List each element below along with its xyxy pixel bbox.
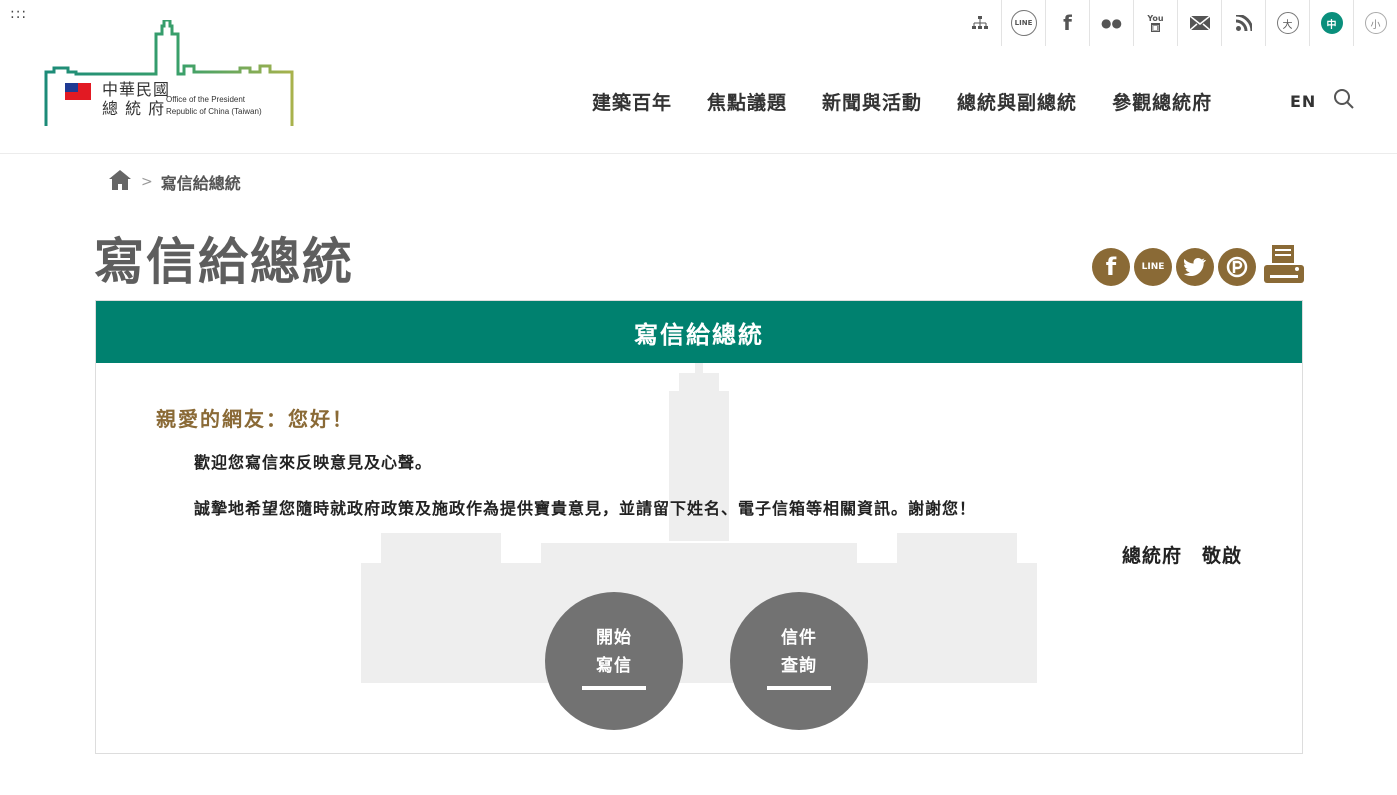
page-title: 寫信給總統 [94,233,354,291]
lang-zh-icon[interactable]: 中 [1309,0,1353,46]
font-small-icon[interactable]: 小 [1353,0,1397,46]
breadcrumb-current: 寫信給總統 [160,174,241,193]
query-letter-line1: 信件 [781,628,817,648]
logo-line2: 總 統 府 [102,99,166,118]
logo-en-line1: Office of the President [166,95,246,104]
nav-item-visit[interactable]: 參觀總統府 [1112,88,1212,115]
panel-title: 寫信給總統 [96,301,1302,363]
header-divider [0,153,1397,154]
breadcrumb-separator: > [141,174,153,190]
mail-icon[interactable] [1177,0,1221,46]
letter-panel: 寫信給總統 親愛的網友：您好！ 歡迎您寫信來反映意見及心聲。 誠摯地希望您隨時就… [95,300,1303,754]
nav-item-architecture[interactable]: 建築百年 [592,88,672,115]
facebook-icon[interactable]: f [1045,0,1089,46]
utility-bar: LINE f ●● You ▣ 大 中 小 [958,0,1397,46]
sitemap-icon[interactable] [958,0,1001,46]
main-nav: 建築百年 焦點議題 新聞與活動 總統與副總統 參觀總統府 [592,88,1247,115]
query-letter-line2: 查詢 [781,656,817,676]
logo-en-text: Office of the President Republic of Chin… [166,94,262,118]
start-letter-line1: 開始 [596,628,632,648]
plurk-share-icon[interactable] [1218,248,1256,286]
line-share-icon[interactable]: LINE [1134,248,1172,286]
print-icon[interactable] [1262,245,1306,289]
signature: 總統府 敬啟 [1121,545,1242,567]
nav-item-president[interactable]: 總統與副總統 [957,88,1077,115]
share-bar: f LINE [1092,245,1306,289]
welcome-text: 歡迎您寫信來反映意見及心聲。 [194,453,433,472]
twitter-share-icon[interactable] [1176,248,1214,286]
logo-line1: 中華民國 [102,80,171,99]
query-letter-button[interactable]: 信件 查詢 [730,592,868,730]
greeting-heading: 親愛的網友：您好！ [156,407,354,431]
nav-item-news[interactable]: 新聞與活動 [822,88,922,115]
start-letter-label: 開始 寫信 [545,624,683,680]
flickr-icon[interactable]: ●● [1089,0,1133,46]
font-large-icon[interactable]: 大 [1265,0,1309,46]
breadcrumb: > 寫信給總統 [109,170,241,194]
building-watermark [361,363,1037,683]
search-icon[interactable] [1333,88,1355,114]
apps-menu-icon[interactable]: ::: [10,6,27,22]
youtube-label: You [1147,14,1164,23]
line-icon[interactable]: LINE [1001,0,1045,46]
youtube-icon[interactable]: You ▣ [1133,0,1177,46]
query-letter-underline [767,686,831,690]
english-link[interactable]: EN [1290,92,1316,111]
facebook-share-icon[interactable]: f [1092,248,1130,286]
query-letter-label: 信件 查詢 [730,624,868,680]
start-letter-underline [582,686,646,690]
start-letter-line2: 寫信 [596,656,632,676]
roc-flag-icon [65,83,91,100]
logo-zh-text[interactable]: 中華民國 總 統 府 [102,80,170,118]
home-icon[interactable] [109,170,131,194]
rss-icon[interactable] [1221,0,1265,46]
start-letter-button[interactable]: 開始 寫信 [545,592,683,730]
request-text: 誠摯地希望您隨時就政府政策及施政作為提供寶貴意見，並請留下姓名、電子信箱等相關資… [194,499,977,518]
logo-en-line2: Republic of China (Taiwan) [166,107,262,116]
nav-item-focus[interactable]: 焦點議題 [707,88,787,115]
